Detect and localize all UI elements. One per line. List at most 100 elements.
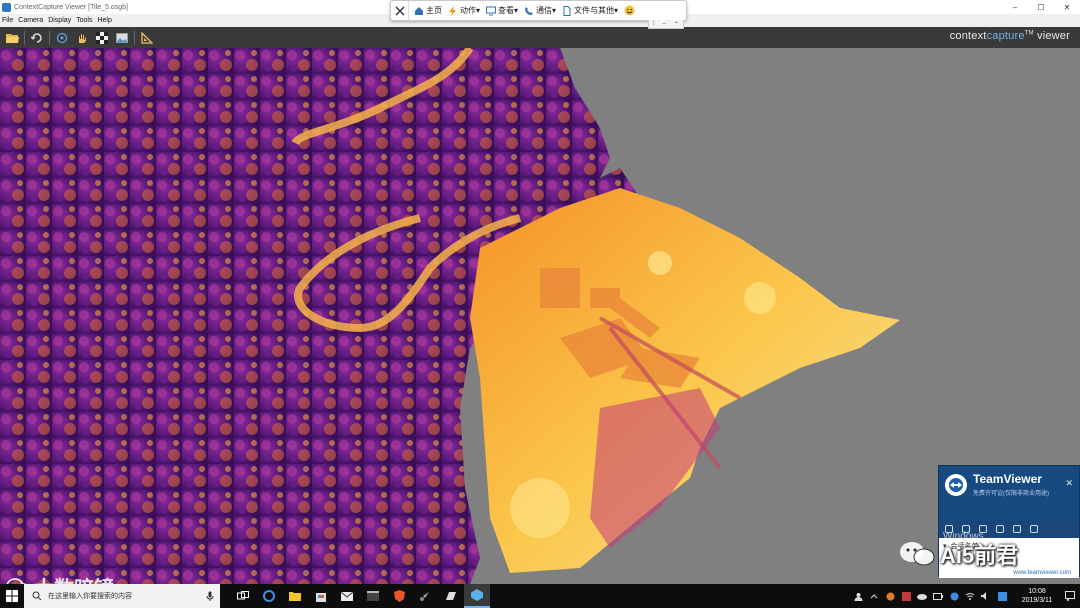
notes-icon[interactable] xyxy=(438,584,464,608)
system-tray: 10:08 2019/3/11 xyxy=(850,584,1080,608)
brand-tm: TM xyxy=(1024,30,1034,37)
contextcapture-app-icon[interactable] xyxy=(464,584,490,608)
3d-viewport[interactable] xyxy=(0,48,1080,584)
teamviewer-close-icon[interactable]: ✕ xyxy=(1065,478,1073,489)
teamviewer-tray-icon[interactable] xyxy=(948,591,960,601)
open-folder-icon[interactable] xyxy=(4,30,20,46)
window-controls: – ☐ ✕ xyxy=(1002,0,1080,14)
network-icon[interactable] xyxy=(900,591,912,601)
cloud-icon[interactable] xyxy=(916,591,928,601)
close-session-icon[interactable] xyxy=(391,0,409,21)
actions-button[interactable]: 动作 ▾ xyxy=(448,5,480,16)
mail-icon[interactable] xyxy=(334,584,360,608)
menu-tools[interactable]: Tools xyxy=(76,17,92,24)
teamviewer-website-link[interactable]: www.teamviewer.com xyxy=(1013,570,1071,576)
brave-browser-icon[interactable] xyxy=(386,584,412,608)
microphone-icon[interactable] xyxy=(206,591,214,601)
actions-label: 动作 xyxy=(460,6,476,15)
chat-bubble-icon xyxy=(900,542,935,566)
slope-shadow xyxy=(590,388,720,548)
app-icon xyxy=(2,2,11,12)
toolbar-separator xyxy=(24,30,25,45)
taskbar-search[interactable]: 在这里输入你要搜索的内容 xyxy=(24,584,220,608)
clock-time: 10:08 xyxy=(1028,588,1046,595)
edge-browser-icon[interactable] xyxy=(256,584,282,608)
chevron-down-icon: ▾ xyxy=(514,6,519,15)
contextcapture-viewer-screen: ContextCapture Viewer [Tile_5.osgb] – ☐ … xyxy=(0,0,1080,608)
rocket-app-icon[interactable] xyxy=(412,584,438,608)
chevron-down-icon: ▾ xyxy=(476,6,481,15)
main-toolbar: contextcaptureTM viewer xyxy=(0,27,1080,48)
files-extras-button[interactable]: 文件与其他 ▾ xyxy=(562,5,618,16)
lightning-icon xyxy=(449,5,456,16)
windows-logo-icon xyxy=(6,590,18,602)
brand-context: context xyxy=(949,30,987,42)
volume-icon[interactable] xyxy=(980,591,992,601)
files-extras-label: 文件与其他 xyxy=(574,6,615,15)
teamviewer-logo-icon xyxy=(945,474,967,496)
view-button[interactable]: 查看 ▾ xyxy=(486,5,518,16)
chevron-down-icon: ▾ xyxy=(614,6,619,15)
task-view-icon[interactable] xyxy=(230,584,256,608)
home-icon xyxy=(415,6,423,15)
toolbar-separator xyxy=(134,30,135,45)
communicate-label: 通信 xyxy=(536,6,553,15)
pin-icon[interactable]: ⁞ xyxy=(653,21,655,27)
file-explorer-icon[interactable] xyxy=(282,584,308,608)
minimize-toolbar-icon[interactable]: – xyxy=(663,21,666,27)
menu-camera[interactable]: Camera xyxy=(18,17,43,24)
close-button[interactable]: ✕ xyxy=(1054,0,1080,14)
remote-control-toolbar: 主页 动作 ▾ 查看 ▾ 通信 ▾ 文件与其他 ▾ xyxy=(390,0,687,21)
file-icon xyxy=(563,5,571,16)
minimize-button[interactable]: – xyxy=(1002,0,1028,14)
orbit-icon[interactable] xyxy=(54,30,70,46)
notification-center-icon[interactable] xyxy=(1060,584,1080,608)
menu-help[interactable]: Help xyxy=(97,17,111,24)
input-method-icon[interactable] xyxy=(996,591,1008,601)
search-icon xyxy=(32,591,42,601)
battery-icon[interactable] xyxy=(932,591,944,601)
contextcapture-logo: contextcaptureTM viewer xyxy=(950,30,1070,42)
collapse-icon[interactable]: ⌃ xyxy=(674,21,679,28)
terminal-icon[interactable] xyxy=(360,584,386,608)
check-icon[interactable] xyxy=(1013,525,1021,533)
chevron-down-icon: ▾ xyxy=(552,6,557,15)
communicate-button[interactable]: 通信 ▾ xyxy=(524,5,556,16)
view-label: 查看 xyxy=(498,6,515,15)
brand-capture: capture xyxy=(986,30,1025,42)
pan-icon[interactable] xyxy=(74,30,90,46)
watermark-right-text: Ai5前君 xyxy=(940,543,1019,568)
teamviewer-header: TeamViewer 免费许可证(仅限非商业用途) ✕ xyxy=(939,466,1079,520)
home-label: 主页 xyxy=(426,6,442,15)
undo-icon[interactable] xyxy=(29,30,45,46)
measure-icon[interactable] xyxy=(139,30,155,46)
expand-icon[interactable] xyxy=(1030,525,1038,533)
store-icon[interactable] xyxy=(308,584,334,608)
search-placeholder: 在这里输入你要搜索的内容 xyxy=(48,593,132,600)
clock[interactable]: 10:08 2019/3/11 xyxy=(1014,587,1060,605)
menu-file[interactable]: File xyxy=(2,17,13,24)
checker-icon[interactable] xyxy=(94,30,110,46)
remote-toolbar-pin[interactable]: ⁞ – ⌃ xyxy=(648,20,684,29)
teamviewer-name: TeamViewer xyxy=(973,472,1042,486)
person-icon[interactable] xyxy=(852,591,864,601)
start-button[interactable] xyxy=(0,584,24,608)
phone-icon xyxy=(525,6,534,15)
hot-spot xyxy=(648,251,672,275)
brand-viewer: viewer xyxy=(1033,30,1070,42)
home-button[interactable]: 主页 xyxy=(414,5,442,16)
thermal-terrain-model xyxy=(0,48,900,584)
chevron-up-icon[interactable] xyxy=(868,591,880,601)
photo-icon[interactable] xyxy=(114,30,130,46)
teamviewer-license: 免费许可证(仅限非商业用途) xyxy=(973,491,1049,497)
wifi-icon[interactable] xyxy=(964,591,976,601)
file-transfer-icon[interactable] xyxy=(996,525,1004,533)
antivirus-icon[interactable] xyxy=(884,591,896,601)
maximize-button[interactable]: ☐ xyxy=(1028,0,1054,14)
menu-display[interactable]: Display xyxy=(48,17,71,24)
hot-spot xyxy=(510,478,570,538)
hot-spot xyxy=(744,282,776,314)
clock-date: 2019/3/11 xyxy=(1021,597,1053,604)
taskbar-apps xyxy=(230,584,490,608)
feedback-smiley-icon[interactable] xyxy=(624,5,637,16)
